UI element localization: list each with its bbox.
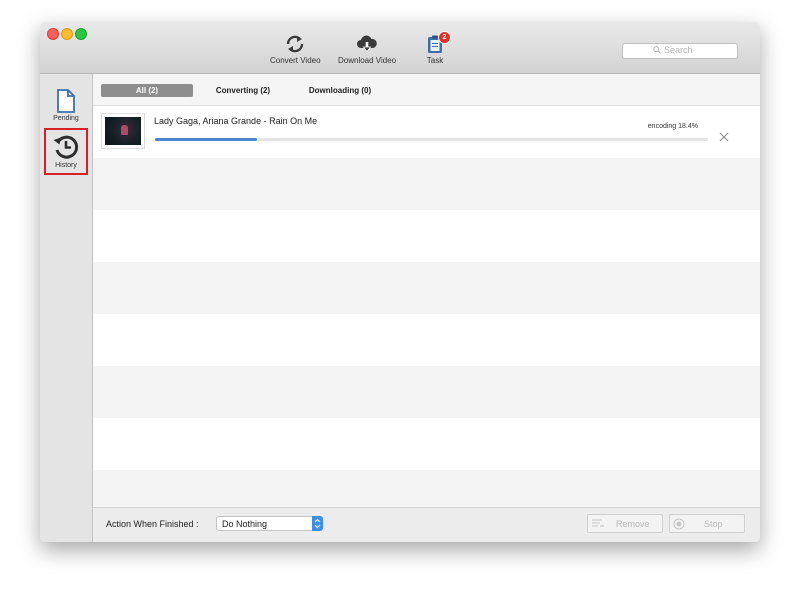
task-status: encoding 18.4% <box>647 123 698 130</box>
download-video-button[interactable]: Download Video <box>338 34 396 65</box>
stop-button-label: Stop <box>704 519 723 529</box>
zoom-window-button[interactable] <box>75 28 87 40</box>
task-title: Lady Gaga, Ariana Grande - Rain On Me <box>154 116 318 126</box>
tab-downloading[interactable]: Downloading (0) <box>298 84 382 97</box>
remove-task-icon[interactable] <box>719 132 729 142</box>
convert-video-label: Convert Video <box>270 56 321 65</box>
tab-all[interactable]: All (2) <box>101 84 193 97</box>
task-row[interactable]: Lady Gaga, Ariana Grande - Rain On Me en… <box>93 106 760 158</box>
search-input[interactable]: Search <box>622 43 738 59</box>
task-list-panel: All (2) Converting (2) Downloading (0) L… <box>93 74 760 507</box>
minimize-window-button[interactable] <box>61 28 73 40</box>
bottom-bar: Action When Finished : Do Nothing Remove <box>93 507 760 542</box>
select-arrows-icon <box>312 516 323 531</box>
remove-button-label: Remove <box>616 519 650 529</box>
document-icon <box>57 89 75 113</box>
task-button[interactable]: 2 Task <box>426 31 451 65</box>
video-thumbnail <box>101 113 145 149</box>
task-label: Task <box>426 56 444 65</box>
empty-row <box>93 158 760 210</box>
tab-converting[interactable]: Converting (2) <box>205 84 281 97</box>
action-when-finished-label: Action When Finished : <box>106 519 199 529</box>
action-when-finished-select[interactable]: Do Nothing <box>216 516 323 531</box>
stop-icon <box>673 518 685 530</box>
empty-row <box>93 314 760 366</box>
empty-row <box>93 470 760 507</box>
empty-row <box>93 418 760 470</box>
search-icon <box>653 46 661 54</box>
empty-row <box>93 262 760 314</box>
action-select-value: Do Nothing <box>222 519 268 529</box>
sidebar-item-pending[interactable]: Pending <box>40 88 92 122</box>
toolbar: Convert Video Download Video 2 Task Sear… <box>40 22 760 74</box>
sidebar: Pending History <box>40 74 93 542</box>
task-progress-fill <box>155 138 257 141</box>
filter-tabs: All (2) Converting (2) Downloading (0) <box>93 74 760 106</box>
empty-row <box>93 210 760 262</box>
list-remove-icon <box>592 519 604 527</box>
download-video-label: Download Video <box>338 56 397 65</box>
history-highlight-box <box>44 128 88 175</box>
task-count-badge: 2 <box>438 31 451 44</box>
cloud-download-icon <box>357 35 377 53</box>
task-progress-bar <box>155 138 708 141</box>
remove-button[interactable]: Remove <box>587 514 663 533</box>
search-placeholder: Search <box>664 45 693 55</box>
empty-row <box>93 366 760 418</box>
refresh-icon <box>287 35 304 53</box>
close-window-button[interactable] <box>47 28 59 40</box>
app-window: Convert Video Download Video 2 Task Sear… <box>40 22 760 542</box>
convert-video-button[interactable]: Convert Video <box>270 34 321 65</box>
stop-button[interactable]: Stop <box>669 514 745 533</box>
sidebar-item-label: Pending <box>53 115 79 122</box>
